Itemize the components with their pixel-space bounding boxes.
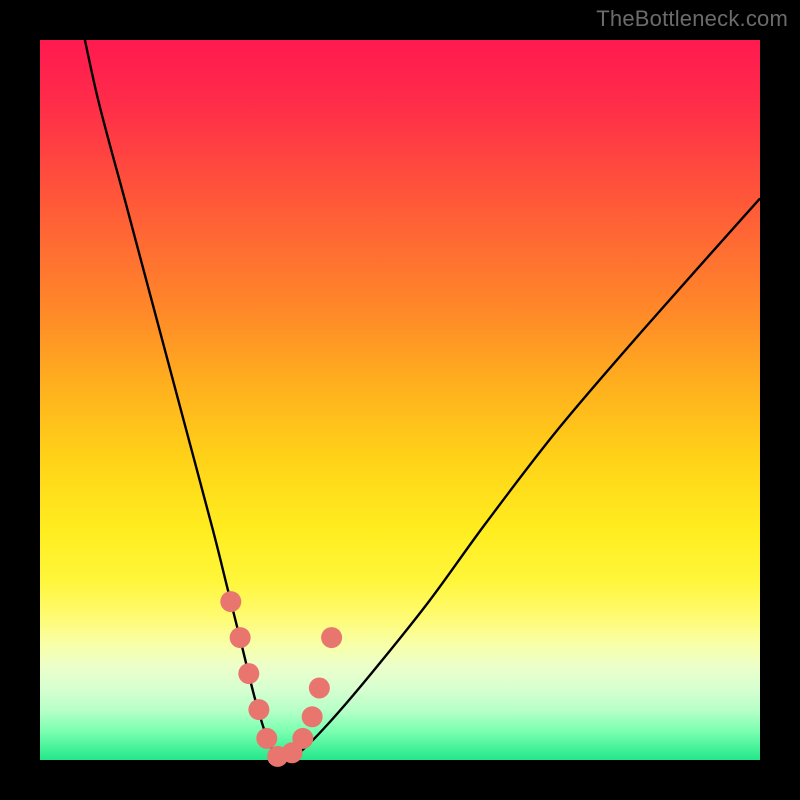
bottleneck-curve (76, 0, 760, 760)
curve-marker (292, 728, 313, 749)
curve-marker (256, 728, 277, 749)
curve-svg (40, 40, 760, 760)
curve-marker (238, 663, 259, 684)
curve-marker (248, 699, 269, 720)
watermark-text: TheBottleneck.com (596, 6, 788, 32)
curve-marker (309, 678, 330, 699)
marker-group (220, 591, 342, 767)
curve-marker (220, 591, 241, 612)
curve-marker (321, 627, 342, 648)
curve-marker (302, 706, 323, 727)
chart-frame: TheBottleneck.com (0, 0, 800, 800)
plot-area (40, 40, 760, 760)
curve-marker (230, 627, 251, 648)
